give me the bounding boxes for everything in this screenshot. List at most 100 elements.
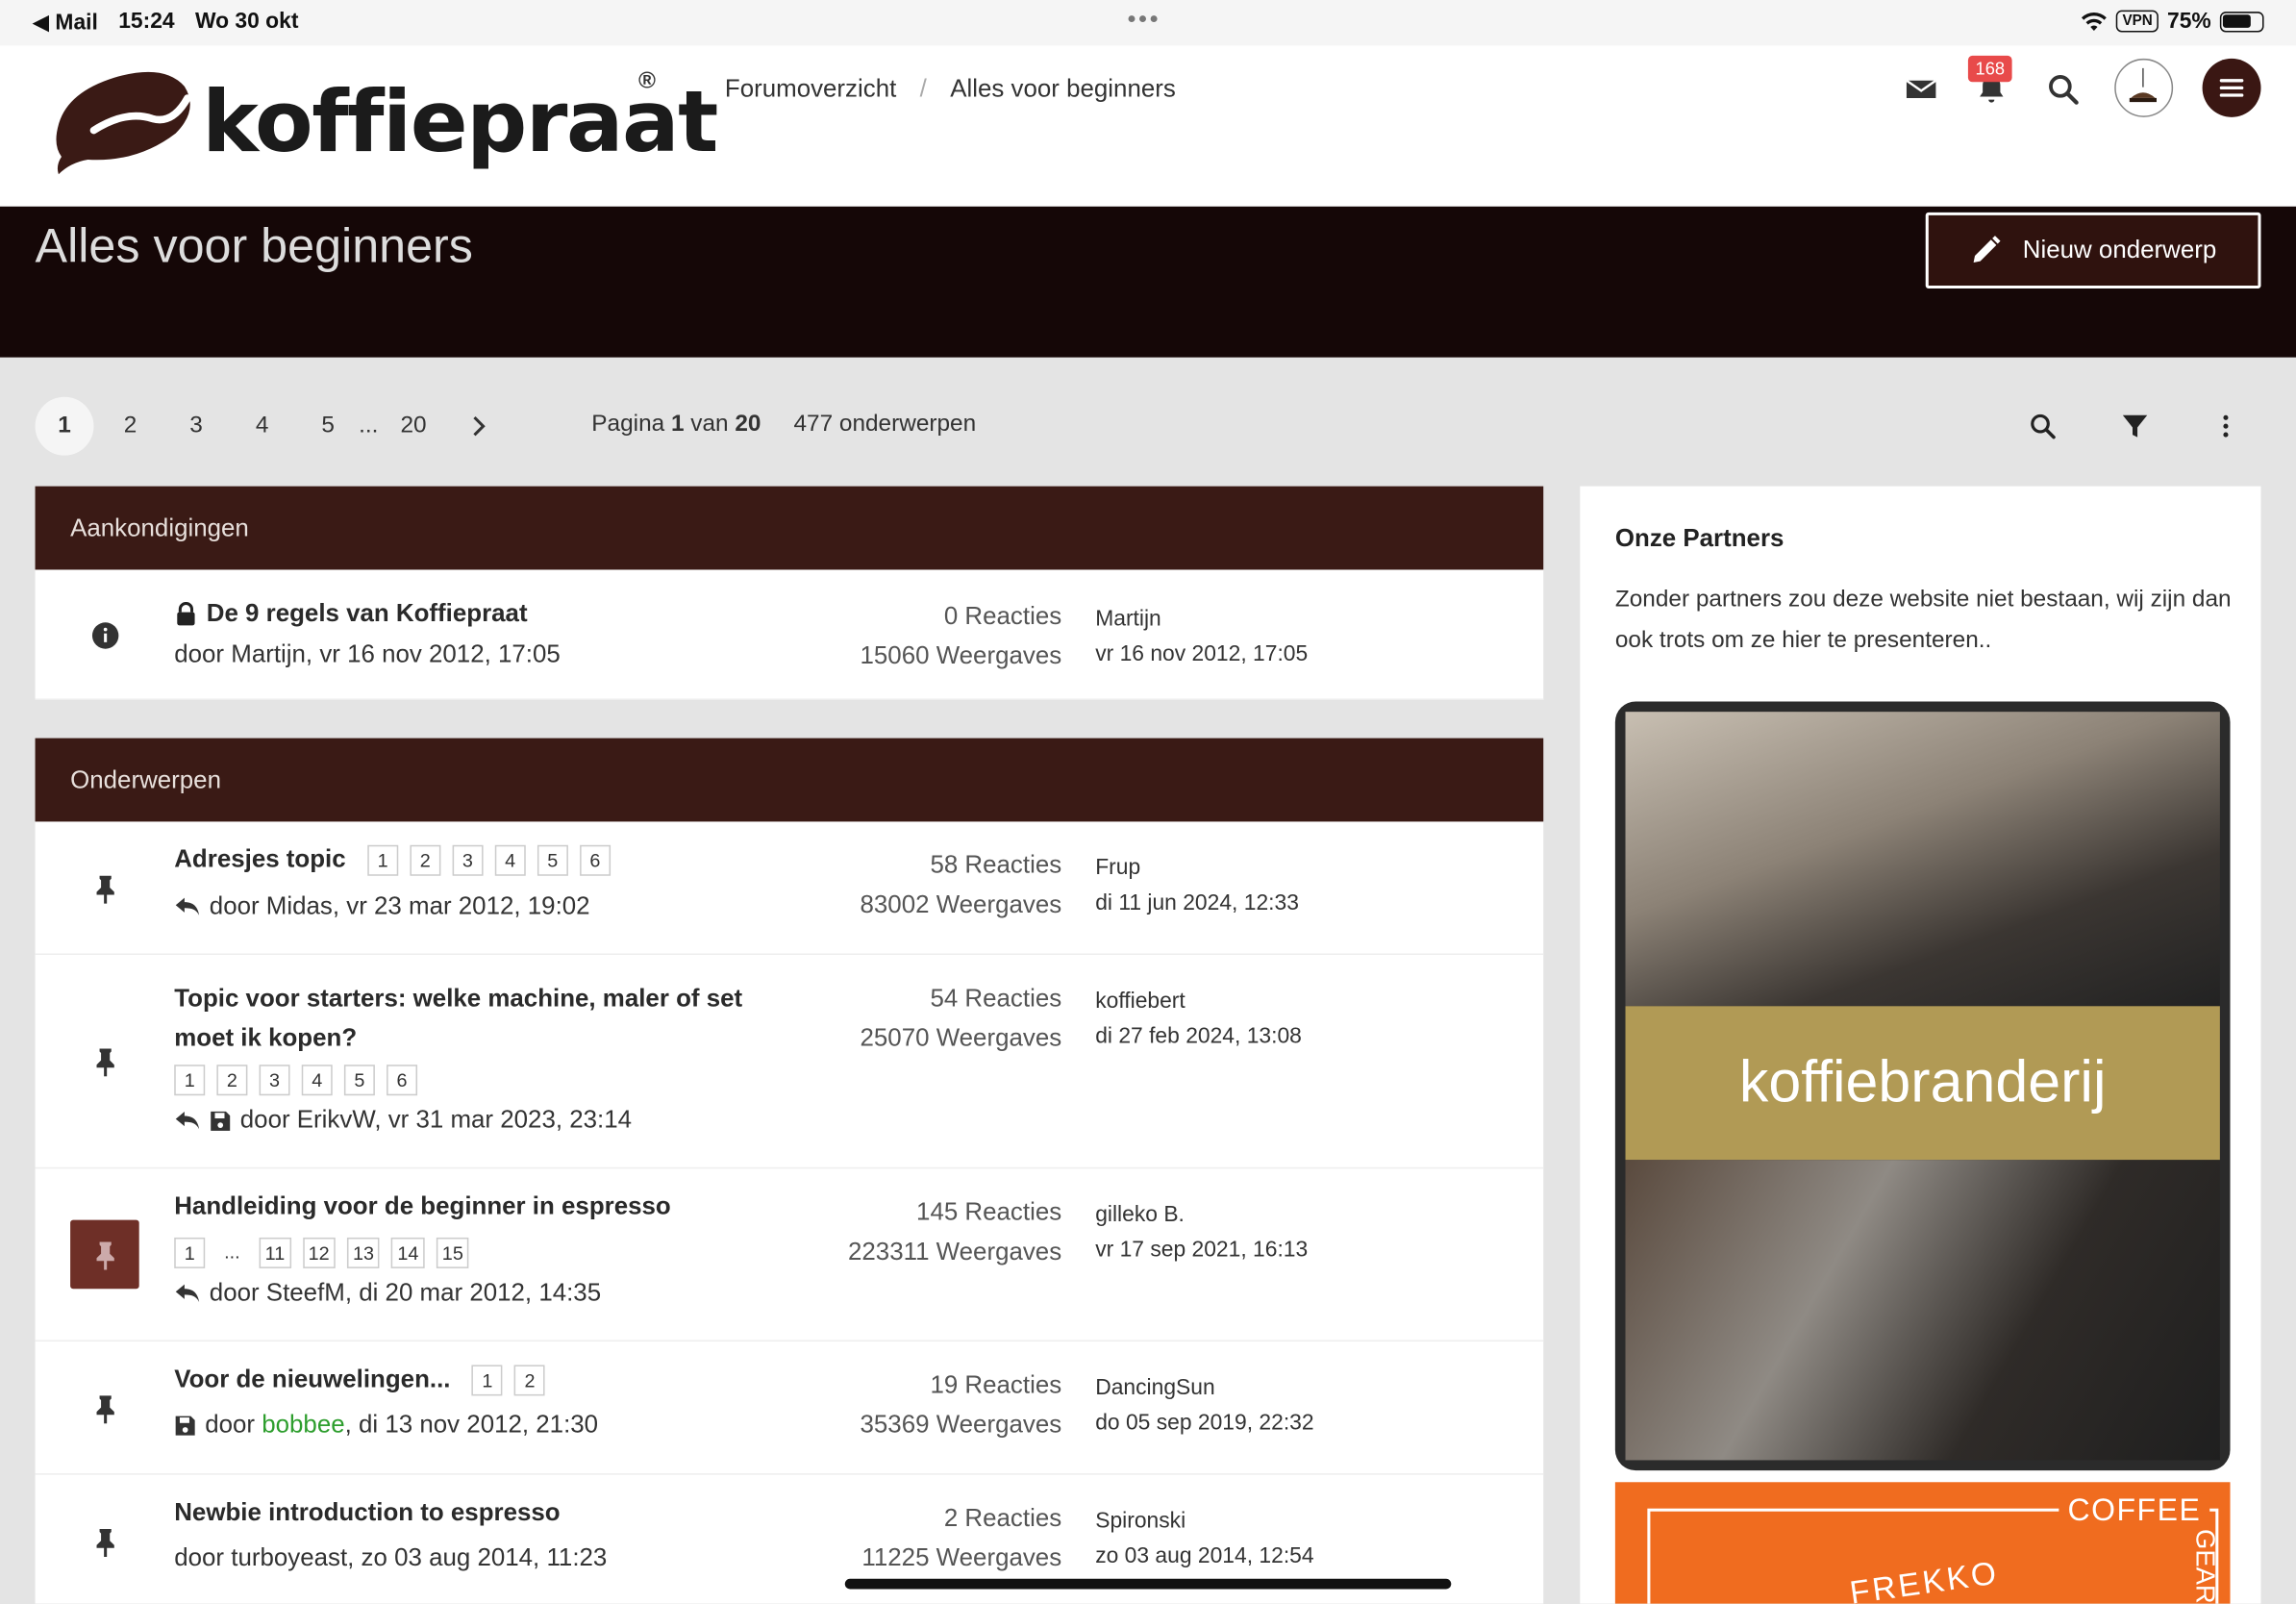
topic-title[interactable]: Handleiding voor de beginner in espresso (174, 1192, 670, 1221)
partner-banner-koffiebranderij[interactable]: koffiebranderij (1614, 701, 2231, 1471)
topic-page-link[interactable]: 12 (302, 1237, 336, 1268)
topic-title[interactable]: De 9 regels van Koffiepraat (174, 599, 528, 628)
site-logo[interactable]: koffiepraat (50, 66, 718, 178)
topic-title[interactable]: Newbie introduction to espresso (174, 1498, 560, 1527)
topic-meta: door turboyeast, zo 03 aug 2014, 11:23 (174, 1543, 608, 1572)
last-post: gilleko B. vr 17 sep 2021, 16:13 (1095, 1198, 1308, 1268)
more-options-icon[interactable] (2211, 412, 2240, 440)
status-time: 15:24 (118, 9, 175, 35)
search-icon[interactable] (2046, 72, 2082, 108)
topic-page-link[interactable]: 14 (391, 1237, 425, 1268)
topic-row[interactable]: Adresjes topic 1 2 3 4 5 6 door Midas, v… (35, 821, 1544, 955)
page-indicator: Pagina 1 van 20 (591, 411, 761, 437)
last-post-user[interactable]: Martijn (1095, 602, 1308, 638)
last-post-user[interactable]: koffiebert (1095, 984, 1302, 1019)
roaster-machine-photo (1625, 1160, 2220, 1461)
page-link-last[interactable]: 20 (385, 397, 443, 456)
topic-page-links: 1 2 3 4 5 6 (174, 1065, 418, 1096)
last-post-date[interactable]: zo 03 aug 2014, 12:54 (1095, 1540, 1313, 1575)
topic-page-link[interactable]: 3 (452, 844, 484, 876)
info-icon (87, 618, 123, 654)
topic-page-link[interactable]: 6 (387, 1065, 418, 1096)
breadcrumb-current[interactable]: Alles voor beginners (950, 75, 1176, 104)
topic-meta: door bobbee, di 13 nov 2012, 21:30 (174, 1411, 598, 1440)
last-post-date[interactable]: vr 17 sep 2021, 16:13 (1095, 1233, 1308, 1268)
breadcrumb-separator: / (919, 74, 927, 103)
page-link-4[interactable]: 4 (233, 397, 291, 456)
topic-title[interactable]: Voor de nieuwelingen... 1 2 (174, 1365, 546, 1396)
topic-page-link[interactable]: 1 (367, 844, 399, 876)
topic-page-link[interactable]: 13 (346, 1237, 381, 1268)
page-link-2[interactable]: 2 (101, 397, 160, 456)
topic-page-link[interactable]: 11 (259, 1237, 291, 1268)
last-post-date[interactable]: di 11 jun 2024, 12:33 (1095, 886, 1299, 921)
roaster-photo (1625, 712, 2220, 1007)
topic-page-link[interactable]: 1 (174, 1065, 206, 1096)
announcement-row[interactable]: De 9 regels van Koffiepraat door Martijn… (35, 569, 1544, 700)
topic-title[interactable]: Adresjes topic 1 2 3 4 5 6 (174, 845, 611, 876)
search-topics-icon[interactable] (2028, 412, 2057, 440)
page-ellipsis: ... (359, 413, 379, 439)
sidebar-text: Zonder partners zou deze website niet be… (1614, 587, 2232, 654)
topic-page-links: 1 ... 11 12 13 14 15 (174, 1237, 469, 1268)
battery-icon (2219, 11, 2264, 32)
last-post-user[interactable]: DancingSun (1095, 1371, 1313, 1407)
topic-stats: 58 Reacties 83002 Weergaves (860, 850, 1062, 918)
next-page-button[interactable] (450, 397, 509, 456)
topic-stats: 54 Reacties 25070 Weergaves (860, 984, 1062, 1052)
topic-page-link[interactable]: 5 (537, 844, 568, 876)
topic-page-link[interactable]: 5 (343, 1065, 375, 1096)
sidebar-heading: Onze Partners (1614, 524, 1784, 553)
last-post-user[interactable]: gilleko B. (1095, 1198, 1308, 1234)
back-to-mail[interactable]: ◀ Mail (33, 9, 98, 36)
new-topic-button[interactable]: Nieuw onderwerp (1925, 212, 2261, 289)
pagination: 1 2 3 4 5 ... 20 (35, 396, 516, 456)
topic-row[interactable]: Handleiding voor de beginner in espresso… (35, 1168, 1544, 1342)
pin-icon (87, 1391, 123, 1427)
topic-page-link[interactable]: 15 (436, 1237, 469, 1268)
battery-percent: 75% (2166, 9, 2211, 35)
topic-page-ellipsis: ... (224, 1241, 240, 1263)
partner-label: koffiebranderij (1625, 1006, 2220, 1161)
topic-title[interactable]: Topic voor starters: welke machine, male… (174, 978, 742, 1057)
pin-icon (87, 1524, 123, 1560)
topic-page-link[interactable]: 1 (174, 1237, 206, 1268)
author-link[interactable]: bobbee (262, 1411, 344, 1439)
topic-page-link[interactable]: 4 (301, 1065, 333, 1096)
last-post-date[interactable]: di 27 feb 2024, 13:08 (1095, 1019, 1302, 1055)
topic-stats: 19 Reacties 35369 Weergaves (860, 1370, 1062, 1439)
topic-page-link[interactable]: 2 (410, 844, 441, 876)
topic-page-links: 1 2 (471, 1365, 546, 1396)
multitask-dots-icon[interactable]: ••• (1128, 8, 1161, 34)
topic-row[interactable]: Voor de nieuwelingen... 1 2 door bobbee,… (35, 1341, 1544, 1475)
last-post-user[interactable]: Spironski (1095, 1504, 1313, 1540)
filter-icon[interactable] (2120, 412, 2149, 440)
forum-hero: Alles voor beginners Nieuw onderwerp (0, 206, 2296, 358)
reply-arrow-icon (175, 1111, 200, 1130)
topic-page-link[interactable]: 6 (579, 844, 611, 876)
topic-page-link[interactable]: 4 (494, 844, 526, 876)
envelope-icon[interactable] (1904, 72, 1939, 108)
last-post: DancingSun do 05 sep 2019, 22:32 (1095, 1371, 1313, 1441)
topic-page-link[interactable]: 2 (216, 1065, 248, 1096)
partner-gear-text: GEAR (2190, 1529, 2220, 1604)
site-header: koffiepraat ® Forumoverzicht / Alles voo… (0, 45, 2296, 207)
page-link-1[interactable]: 1 (35, 396, 94, 456)
topic-row[interactable]: Topic voor starters: welke machine, male… (35, 955, 1544, 1169)
menu-button[interactable] (2202, 58, 2261, 117)
partner-banner-frekko[interactable]: COFFEE FREKKO GEAR (1614, 1482, 2231, 1604)
topic-page-link[interactable]: 3 (259, 1065, 290, 1096)
last-post-date[interactable]: vr 16 nov 2012, 17:05 (1095, 638, 1308, 673)
topic-page-link[interactable]: 1 (471, 1365, 503, 1396)
topic-page-link[interactable]: 2 (514, 1365, 546, 1396)
hamburger-icon (2219, 79, 2244, 97)
home-indicator[interactable] (844, 1578, 1452, 1590)
breadcrumb-forum-overview[interactable]: Forumoverzicht (725, 75, 896, 104)
last-post-user[interactable]: Frup (1095, 851, 1299, 887)
last-post-date[interactable]: do 05 sep 2019, 22:32 (1095, 1406, 1313, 1441)
page-link-3[interactable]: 3 (167, 397, 226, 456)
status-date: Wo 30 okt (194, 9, 299, 35)
page-link-5[interactable]: 5 (299, 397, 358, 456)
topic-meta: door SteefM, di 20 mar 2012, 14:35 (174, 1279, 601, 1308)
user-avatar[interactable] (2114, 58, 2174, 117)
